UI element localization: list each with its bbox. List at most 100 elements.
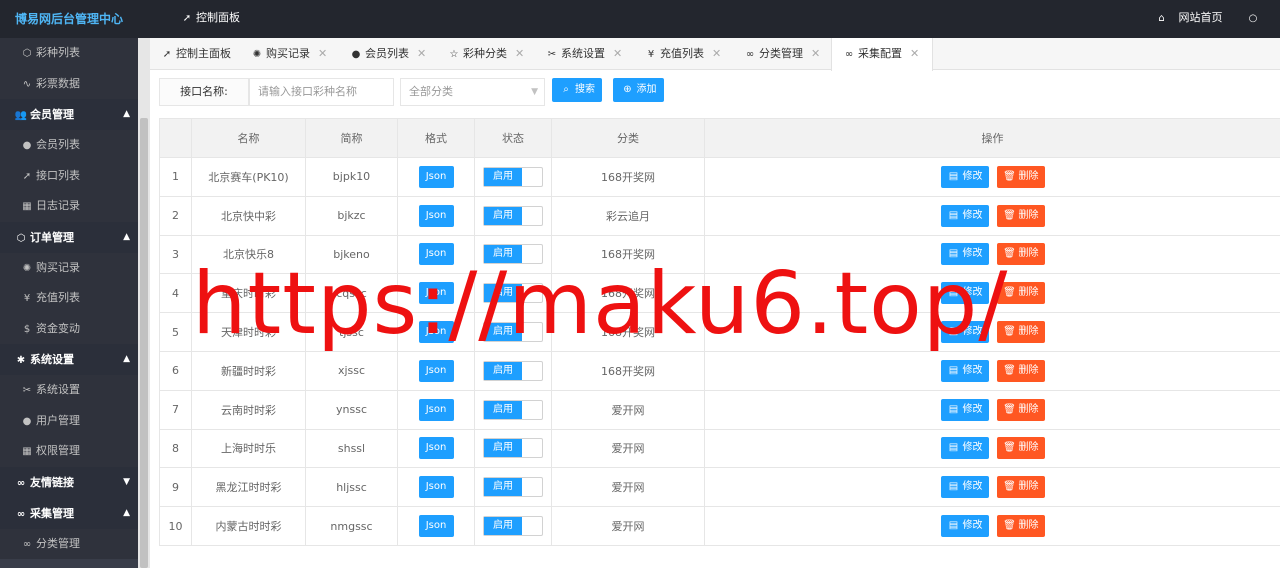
edit-button[interactable]: ▤ 修改 [940, 437, 989, 460]
delete-button[interactable]: 🗑 删除 [996, 243, 1045, 266]
sidebar-item-member-list[interactable]: ● 会员列表 [0, 130, 138, 161]
sidebar-item-log[interactable]: ▦ 日志记录 [0, 191, 138, 222]
tab-purchases[interactable]: ✺ 购买记录 ✕ [250, 38, 327, 70]
edit-button[interactable]: ▤ 修改 [940, 321, 989, 344]
edit-button[interactable]: ▤ 修改 [940, 165, 989, 188]
sidebar-item-recharge[interactable]: ¥ 充值列表 [0, 283, 138, 314]
close-icon[interactable]: ✕ [613, 47, 622, 60]
json-button[interactable]: Json [418, 476, 454, 499]
status-toggle[interactable]: 启用 [483, 399, 543, 420]
delete-button-label: 删除 [1018, 520, 1039, 532]
sidebar-item-user-management[interactable]: ● 用户管理 [0, 405, 138, 436]
sidebar-item-funds[interactable]: $ 资金变动 [0, 313, 138, 344]
json-button[interactable]: Json [418, 437, 454, 460]
row-index: 10 [159, 506, 192, 546]
sidebar-group-collection[interactable]: ∞ 采集管理 ▲ [0, 497, 138, 529]
status-toggle[interactable]: 启用 [483, 516, 543, 537]
sidebar-group-orders[interactable]: ⬡ 订单管理 ▲ [0, 221, 138, 253]
tab-collection-config[interactable]: ∞ 采集配置 ✕ [831, 38, 933, 71]
close-icon[interactable]: ✕ [910, 47, 919, 60]
edit-button[interactable]: ▤ 修改 [940, 359, 989, 382]
row-actions-cell: ▤ 修改 🗑 删除 [704, 312, 1280, 352]
tab-recharge[interactable]: ¥ 充值列表 ✕ [644, 38, 721, 70]
json-button[interactable]: Json [418, 204, 454, 227]
close-icon[interactable]: ✕ [318, 47, 327, 60]
edit-button[interactable]: ▤ 修改 [940, 398, 989, 421]
row-actions-cell: ▤ 修改 🗑 删除 [704, 350, 1280, 391]
edit-button[interactable]: ▤ 修改 [940, 282, 989, 305]
row-code: bjpk10 [305, 157, 398, 197]
sidebar-item-permissions[interactable]: ▦ 权限管理 [0, 436, 138, 467]
scrollbar-thumb[interactable] [140, 118, 148, 568]
search-input[interactable]: 请输入接口彩种名称 [249, 78, 394, 106]
close-icon[interactable]: ✕ [515, 47, 524, 60]
sidebar-item-api-list[interactable]: ➚ 接口列表 [0, 160, 138, 191]
delete-button[interactable]: 🗑 删除 [996, 282, 1045, 305]
sidebar-item-lottery-list[interactable]: ⬡ 彩种列表 [0, 38, 138, 69]
status-toggle[interactable]: 启用 [483, 438, 543, 459]
edit-button[interactable]: ▤ 修改 [940, 243, 989, 266]
edit-button[interactable]: ▤ 修改 [940, 515, 989, 538]
add-button[interactable]: ⊕ 添加 [613, 78, 664, 102]
delete-button[interactable]: 🗑 删除 [996, 165, 1045, 188]
row-actions-cell: ▤ 修改 🗑 删除 [704, 506, 1280, 546]
json-button[interactable]: Json [418, 398, 454, 421]
delete-button[interactable]: 🗑 删除 [996, 359, 1045, 382]
status-toggle[interactable]: 启用 [483, 322, 543, 343]
status-toggle[interactable]: 启用 [483, 166, 543, 187]
json-button[interactable]: Json [418, 165, 454, 188]
search-button[interactable]: ⌕ 搜索 [552, 78, 602, 102]
close-icon[interactable]: ✕ [712, 47, 721, 60]
sidebar-group-label: 友情链接 [30, 475, 74, 489]
user-menu[interactable]: ○ [1246, 11, 1270, 24]
delete-button[interactable]: 🗑 删除 [996, 515, 1045, 538]
sidebar-group-links[interactable]: ∞ 友情链接 ▼ [0, 466, 138, 498]
json-button[interactable]: Json [418, 515, 454, 538]
close-icon[interactable]: ✕ [417, 47, 426, 60]
tab-system-settings[interactable]: ✂ 系统设置 ✕ [545, 38, 622, 70]
sidebar-item-category-management[interactable]: ∞ 分类管理 [0, 528, 138, 559]
row-status-cell: 启用 [474, 157, 552, 197]
json-button[interactable]: Json [418, 243, 454, 266]
tab-dashboard[interactable]: ➚ 控制主面板 [160, 38, 231, 70]
column-header-status[interactable]: 状态 [474, 118, 552, 158]
status-toggle[interactable]: 启用 [483, 283, 543, 304]
status-toggle[interactable]: 启用 [483, 205, 543, 226]
delete-button[interactable]: 🗑 删除 [996, 437, 1045, 460]
json-button[interactable]: Json [418, 282, 454, 305]
status-toggle-label: 启用 [484, 284, 522, 303]
close-icon[interactable]: ✕ [811, 47, 820, 60]
delete-button[interactable]: 🗑 删除 [996, 204, 1045, 227]
sidebar-scrollbar[interactable] [138, 38, 150, 568]
column-header-name[interactable]: 名称 [191, 118, 306, 158]
category-select[interactable]: 全部分类 ▼ [400, 78, 545, 106]
delete-button[interactable]: 🗑 删除 [996, 476, 1045, 499]
sidebar-group-members[interactable]: 👥 会员管理 ▲ [0, 99, 138, 130]
sidebar-item-system-settings[interactable]: ✂ 系统设置 [0, 375, 138, 406]
edit-button[interactable]: ▤ 修改 [940, 204, 989, 227]
sidebar-group-settings[interactable]: ✱ 系统设置 ▲ [0, 344, 138, 375]
row-code: hljssc [305, 467, 398, 508]
dashboard-link[interactable]: ➚ 控制面板 [180, 0, 240, 38]
sidebar-item-lottery-data[interactable]: ∿ 彩票数据 [0, 68, 138, 99]
app-logo-title[interactable]: 博易网后台管理中心 [0, 0, 138, 38]
json-button[interactable]: Json [418, 359, 454, 382]
status-toggle[interactable]: 启用 [483, 360, 543, 381]
row-status-cell: 启用 [474, 273, 552, 314]
column-header-format[interactable]: 格式 [397, 118, 475, 158]
sidebar-item-label: 资金变动 [36, 321, 80, 335]
calendar-icon: ▦ [22, 201, 32, 212]
column-header-code[interactable]: 简称 [305, 118, 398, 158]
site-home-link[interactable]: ⌂ 网站首页 [1155, 11, 1233, 24]
status-toggle[interactable]: 启用 [483, 244, 543, 265]
status-toggle[interactable]: 启用 [483, 477, 543, 498]
column-header-category[interactable]: 分类 [551, 118, 705, 158]
tab-category-management[interactable]: ∞ 分类管理 ✕ [743, 38, 820, 70]
tab-lottery-categories[interactable]: ☆ 彩种分类 ✕ [447, 38, 525, 70]
sidebar-item-purchases[interactable]: ✺ 购买记录 [0, 252, 138, 283]
tab-members[interactable]: ● 会员列表 ✕ [349, 38, 427, 70]
edit-button[interactable]: ▤ 修改 [940, 476, 989, 499]
delete-button[interactable]: 🗑 删除 [996, 398, 1045, 421]
json-button[interactable]: Json [418, 321, 454, 344]
delete-button[interactable]: 🗑 删除 [996, 321, 1045, 344]
